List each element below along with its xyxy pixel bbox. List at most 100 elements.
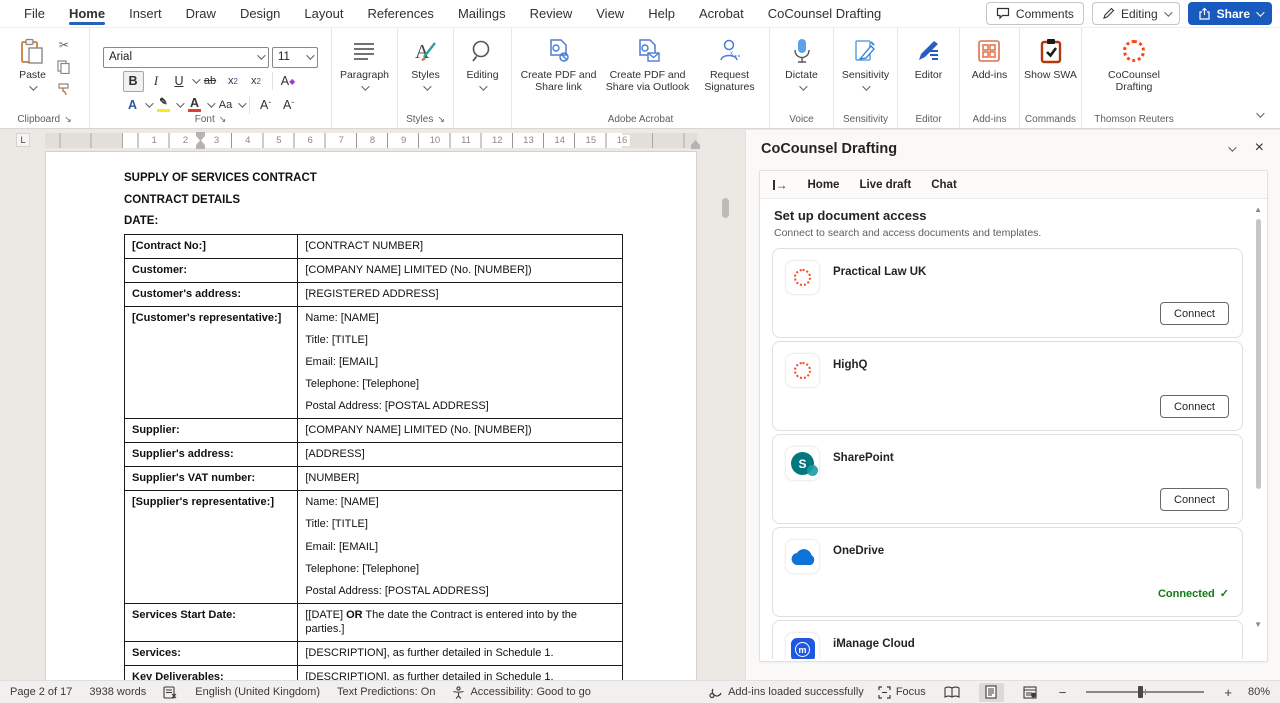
grow-font-button[interactable]: Aˆ: [255, 95, 276, 116]
menu-item-file[interactable]: File: [12, 0, 57, 27]
panel-tab-home[interactable]: Home: [808, 179, 840, 191]
table-cell-label[interactable]: Key Deliverables:: [125, 666, 298, 680]
right-indent-marker[interactable]: [691, 140, 700, 149]
editing-button[interactable]: Editing: [462, 34, 502, 93]
menu-item-cocounsel-drafting[interactable]: CoCounsel Drafting: [756, 0, 893, 27]
table-cell-value[interactable]: [REGISTERED ADDRESS]: [298, 283, 622, 306]
panel-tab-live-draft[interactable]: Live draft: [859, 179, 911, 191]
cocounsel-drafting-button[interactable]: CoCounsel Drafting: [1099, 34, 1169, 95]
underline-button[interactable]: U: [169, 71, 190, 92]
table-cell-label[interactable]: [Supplier's representative:]: [125, 491, 298, 603]
document-scrollbar-thumb[interactable]: [722, 198, 729, 218]
word-count[interactable]: 3938 words: [89, 686, 146, 698]
superscript-button[interactable]: x2: [246, 71, 267, 92]
share-button[interactable]: Share: [1188, 2, 1272, 25]
comments-button[interactable]: Comments: [986, 2, 1084, 25]
first-line-indent-marker[interactable]: [196, 132, 205, 141]
styles-dialog-launcher[interactable]: ↘: [437, 114, 445, 125]
copy-button[interactable]: [54, 58, 74, 76]
font-dialog-launcher[interactable]: ↘: [219, 114, 227, 125]
editor-button[interactable]: Editor: [911, 34, 946, 83]
menu-item-design[interactable]: Design: [228, 0, 292, 27]
page-indicator[interactable]: Page 2 of 17: [10, 686, 72, 698]
accessibility-indicator[interactable]: Accessibility: Good to go: [452, 686, 590, 699]
table-cell-value[interactable]: [DESCRIPTION], as further detailed in Sc…: [298, 666, 622, 680]
sensitivity-button[interactable]: Sensitivity: [838, 34, 893, 93]
panel-collapse-chevron-icon[interactable]: [1228, 143, 1236, 151]
document-page[interactable]: SUPPLY OF SERVICES CONTRACT CONTRACT DET…: [45, 151, 697, 680]
table-cell-label[interactable]: Supplier's VAT number:: [125, 467, 298, 490]
styles-button[interactable]: A Styles: [407, 34, 444, 93]
menu-item-mailings[interactable]: Mailings: [446, 0, 518, 27]
panel-close-icon[interactable]: ×: [1255, 139, 1264, 157]
menu-item-draw[interactable]: Draw: [174, 0, 228, 27]
print-layout-button[interactable]: [979, 683, 1004, 702]
panel-scroll-up-icon[interactable]: ▲: [1254, 205, 1262, 214]
tab-stop-selector[interactable]: L: [16, 133, 30, 147]
connect-button[interactable]: Connect: [1160, 395, 1229, 418]
table-cell-value[interactable]: [ADDRESS]: [298, 443, 622, 466]
create-pdf-share-link-button[interactable]: Create PDF and Share link: [516, 34, 602, 95]
table-cell-value[interactable]: [NUMBER]: [298, 467, 622, 490]
menu-item-references[interactable]: References: [355, 0, 445, 27]
panel-tab-chat[interactable]: Chat: [931, 179, 957, 191]
font-color-button[interactable]: A: [184, 95, 205, 116]
zoom-level[interactable]: 80%: [1248, 686, 1270, 698]
menu-item-acrobat[interactable]: Acrobat: [687, 0, 756, 27]
menu-item-help[interactable]: Help: [636, 0, 687, 27]
focus-button[interactable]: Focus: [878, 686, 926, 699]
change-case-button[interactable]: Aa: [215, 95, 236, 116]
table-cell-label[interactable]: Supplier's address:: [125, 443, 298, 466]
menu-item-insert[interactable]: Insert: [117, 0, 174, 27]
connect-button[interactable]: Connect: [1160, 488, 1229, 511]
web-layout-button[interactable]: [1018, 683, 1043, 702]
menu-item-layout[interactable]: Layout: [292, 0, 355, 27]
table-cell-label[interactable]: Customer:: [125, 259, 298, 282]
subscript-button[interactable]: x2: [223, 71, 244, 92]
create-pdf-outlook-button[interactable]: Create PDF and Share via Outlook: [602, 34, 694, 95]
menu-item-view[interactable]: View: [584, 0, 636, 27]
strikethrough-button[interactable]: ab: [200, 71, 221, 92]
dictate-button[interactable]: Dictate: [781, 34, 822, 93]
paste-button[interactable]: Paste: [15, 34, 50, 93]
shrink-font-button[interactable]: Aˇ: [278, 95, 299, 116]
paragraph-button[interactable]: Paragraph: [336, 34, 393, 93]
panel-scrollbar-thumb[interactable]: [1256, 219, 1261, 489]
table-cell-label[interactable]: Customer's address:: [125, 283, 298, 306]
language-indicator[interactable]: English (United Kingdom): [195, 686, 320, 698]
zoom-slider[interactable]: [1086, 691, 1204, 693]
panel-scroll-down-icon[interactable]: ▼: [1254, 620, 1262, 629]
table-cell-label[interactable]: [Contract No:]: [125, 235, 298, 258]
collapse-ribbon-chevron-icon[interactable]: [1256, 109, 1264, 117]
addins-button[interactable]: Add-ins: [968, 34, 1012, 83]
request-signatures-button[interactable]: x Request Signatures: [694, 34, 766, 95]
zoom-slider-thumb[interactable]: [1138, 686, 1143, 698]
table-cell-label[interactable]: [Customer's representative:]: [125, 307, 298, 419]
text-effects-button[interactable]: A: [122, 95, 143, 116]
format-painter-button[interactable]: [54, 80, 74, 98]
cut-button[interactable]: ✂: [54, 36, 74, 54]
table-cell-value[interactable]: [DESCRIPTION], as further detailed in Sc…: [298, 642, 622, 665]
italic-button[interactable]: I: [146, 71, 167, 92]
table-cell-value[interactable]: [COMPANY NAME] LIMITED (No. [NUMBER]): [298, 419, 622, 442]
table-cell-value[interactable]: [COMPANY NAME] LIMITED (No. [NUMBER]): [298, 259, 622, 282]
connect-button[interactable]: Connect: [1160, 302, 1229, 325]
horizontal-ruler[interactable]: 12345678910111213141516: [45, 133, 697, 148]
table-cell-label[interactable]: Services:: [125, 642, 298, 665]
menu-item-review[interactable]: Review: [518, 0, 585, 27]
table-cell-value[interactable]: Name: [NAME]Title: [TITLE]Email: [EMAIL]…: [298, 491, 622, 603]
text-predictions-indicator[interactable]: Text Predictions: On: [337, 686, 435, 698]
editing-mode-button[interactable]: Editing: [1092, 2, 1180, 25]
menu-item-home[interactable]: Home: [57, 0, 117, 27]
read-mode-button[interactable]: [940, 683, 965, 702]
table-cell-label[interactable]: Supplier:: [125, 419, 298, 442]
font-name-combobox[interactable]: Arial: [103, 47, 269, 68]
table-cell-value[interactable]: [[DATE] OR The date the Contract is ente…: [298, 604, 622, 641]
table-cell-label[interactable]: Services Start Date:: [125, 604, 298, 641]
highlight-color-button[interactable]: ✎: [153, 95, 174, 116]
zoom-in-button[interactable]: +: [1222, 685, 1234, 700]
font-size-combobox[interactable]: 11: [272, 47, 318, 68]
proofing-icon[interactable]: [163, 686, 178, 699]
panel-expand-icon[interactable]: →: [773, 178, 788, 192]
addins-status[interactable]: Add-ins loaded successfully: [709, 686, 864, 699]
